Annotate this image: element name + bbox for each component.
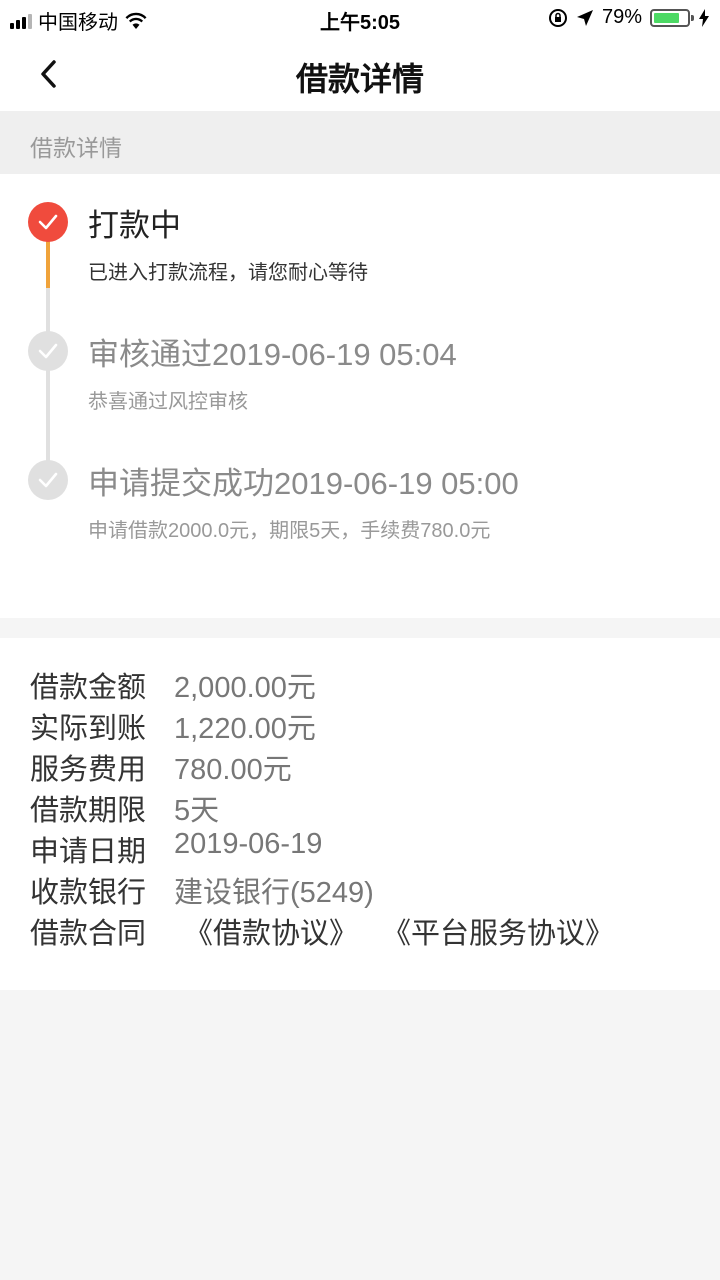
timeline-progress-line [46,236,50,288]
detail-value: 780.00元 [174,754,292,786]
detail-label: 服务费用 [30,754,147,786]
battery-percent: 79% [601,6,642,28]
section-header: 借款详情 [0,111,720,174]
battery-level [654,12,680,23]
detail-row-fee: 服务费用 780.00元 [30,746,292,788]
timeline-line [46,288,50,478]
orientation-lock-icon [548,8,567,27]
loan-agreement-link[interactable]: 《借款协议》 [184,910,358,952]
loan-details: 借款金额 2,000.00元 实际到账 1,220.00元 服务费用 780.0… [0,638,720,990]
timeline-step-desc: 申请借款2000.0元，期限5天，手续费780.0元 [88,520,491,542]
nav-bar: 借款详情 [0,36,720,111]
timeline-step-title: 打款中 [88,208,181,243]
location-icon [576,9,593,26]
detail-row-date: 申请日期 2019-06-19 [30,828,322,870]
detail-label: 借款合同 [30,918,147,950]
timeline-step-title: 审核通过2019-06-19 05:04 [88,337,457,372]
check-circle-icon [28,460,68,500]
detail-value: 2,000.00元 [174,672,316,704]
detail-row-bank: 收款银行 建设银行(5249) [30,869,374,911]
detail-row-term: 借款期限 5天 [30,787,219,829]
status-right: 79% [548,6,710,29]
check-circle-icon [28,202,68,242]
detail-row-amount: 借款金额 2,000.00元 [30,664,316,706]
check-circle-icon [28,331,68,371]
detail-row-received: 实际到账 1,220.00元 [30,705,316,747]
charging-icon [699,8,709,27]
detail-label: 收款银行 [30,877,147,909]
page-title: 借款详情 [295,61,424,97]
timeline-step-title: 申请提交成功2019-06-19 05:00 [88,466,519,501]
status-bar: 中国移动 上午5:05 79% [0,0,720,36]
detail-label: 借款期限 [30,795,147,827]
detail-value: 5天 [174,795,220,827]
status-timeline: 打款中 已进入打款流程，请您耐心等待 审核通过2019-06-19 05:04 … [0,174,720,618]
timeline-step-desc: 恭喜通过风控审核 [88,391,248,413]
detail-label: 实际到账 [30,713,147,745]
detail-value: 建设银行(5249) [174,877,374,909]
detail-label: 申请日期 [30,836,147,868]
timeline-step-desc: 已进入打款流程，请您耐心等待 [88,262,368,284]
detail-label: 借款金额 [30,672,147,704]
battery-icon [650,8,694,27]
section-header-label: 借款详情 [30,135,122,161]
service-agreement-link[interactable]: 《平台服务协议》 [382,910,614,952]
detail-value: 2019-06-19 [174,828,323,860]
detail-row-contract: 借款合同 《借款协议》 《平台服务协议》 [30,910,638,952]
detail-value: 1,220.00元 [174,713,316,745]
